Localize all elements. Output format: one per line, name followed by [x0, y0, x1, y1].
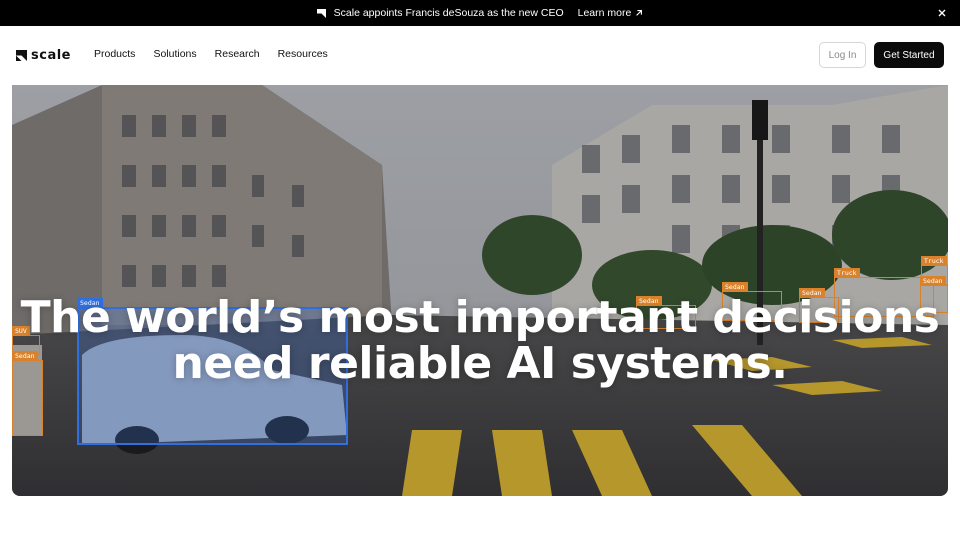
arrow-up-right-icon	[636, 10, 643, 16]
brand-logo[interactable]: scale	[16, 48, 71, 63]
annotation-label: Truck	[834, 268, 860, 278]
annotation-label: Sedan	[722, 282, 748, 292]
close-icon[interactable]	[936, 7, 948, 19]
scale-logo-icon	[316, 8, 326, 18]
hero-section: Sedan SUV Sedan Sedan Sedan Sedan Truck …	[12, 85, 948, 496]
navbar: scale Products Solutions Research Resour…	[0, 26, 960, 84]
learn-more-label: Learn more	[577, 7, 632, 19]
nav-item-research[interactable]: Research	[215, 48, 260, 60]
nav-item-products[interactable]: Products	[94, 48, 135, 60]
login-button[interactable]: Log In	[819, 42, 866, 68]
hero-headline-line2: need reliable AI systems.	[172, 338, 788, 389]
brand-wordmark: scale	[31, 48, 71, 63]
annotation-label: Truck	[921, 256, 947, 266]
annotation-label: Sedan	[920, 276, 946, 286]
scale-logo-icon	[16, 50, 27, 61]
hero-headline: The world’s most important decisions nee…	[12, 295, 948, 387]
nav-menu: Products Solutions Research Resources	[94, 48, 328, 60]
announcement-bar: Scale appoints Francis deSouza as the ne…	[0, 0, 960, 26]
get-started-button[interactable]: Get Started	[874, 42, 944, 68]
announcement-text: Scale appoints Francis deSouza as the ne…	[333, 7, 564, 19]
hero-headline-line1: The world’s most important decisions	[20, 292, 940, 343]
nav-item-solutions[interactable]: Solutions	[153, 48, 196, 60]
learn-more-link[interactable]: Learn more	[578, 7, 644, 19]
nav-item-resources[interactable]: Resources	[278, 48, 328, 60]
